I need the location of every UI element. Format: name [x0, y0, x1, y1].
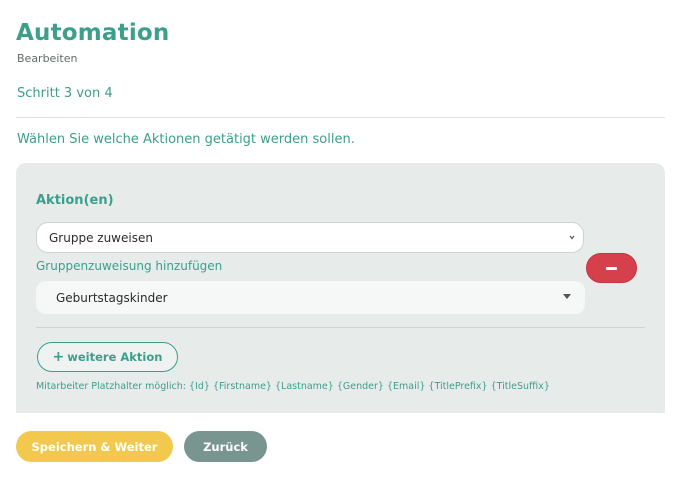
- action-type-value: Gruppe zuweisen: [49, 230, 153, 245]
- caret-down-icon: [563, 294, 571, 299]
- back-button[interactable]: Zurück: [184, 431, 267, 462]
- add-action-label: weitere Aktion: [67, 350, 163, 364]
- page-title: Automation: [16, 20, 170, 46]
- placeholder-hint: Mitarbeiter Platzhalter möglich: {Id} {F…: [36, 381, 550, 392]
- page-subtitle: Bearbeiten: [17, 52, 78, 65]
- actions-panel: Aktion(en) Gruppe zuweisen Gruppenzuweis…: [16, 163, 665, 413]
- action-type-select[interactable]: Gruppe zuweisen: [36, 222, 584, 253]
- step-indicator: Schritt 3 von 4: [17, 86, 113, 101]
- save-next-button[interactable]: Speichern & Weiter: [16, 431, 173, 462]
- add-action-button[interactable]: + weitere Aktion: [37, 342, 178, 372]
- remove-action-button[interactable]: [586, 253, 637, 283]
- panel-divider: [36, 327, 645, 328]
- group-select[interactable]: Geburtstagskinder: [36, 281, 585, 314]
- group-select-value: Geburtstagskinder: [56, 290, 168, 305]
- actions-heading: Aktion(en): [36, 193, 114, 208]
- header-divider: [16, 117, 665, 118]
- plus-icon: +: [52, 349, 65, 365]
- chevron-updown-icon: [569, 235, 575, 240]
- instruction-text: Wählen Sie welche Aktionen getätigt werd…: [17, 132, 355, 147]
- add-group-assignment-link[interactable]: Gruppenzuweisung hinzufügen: [36, 259, 222, 273]
- minus-icon: [606, 266, 617, 270]
